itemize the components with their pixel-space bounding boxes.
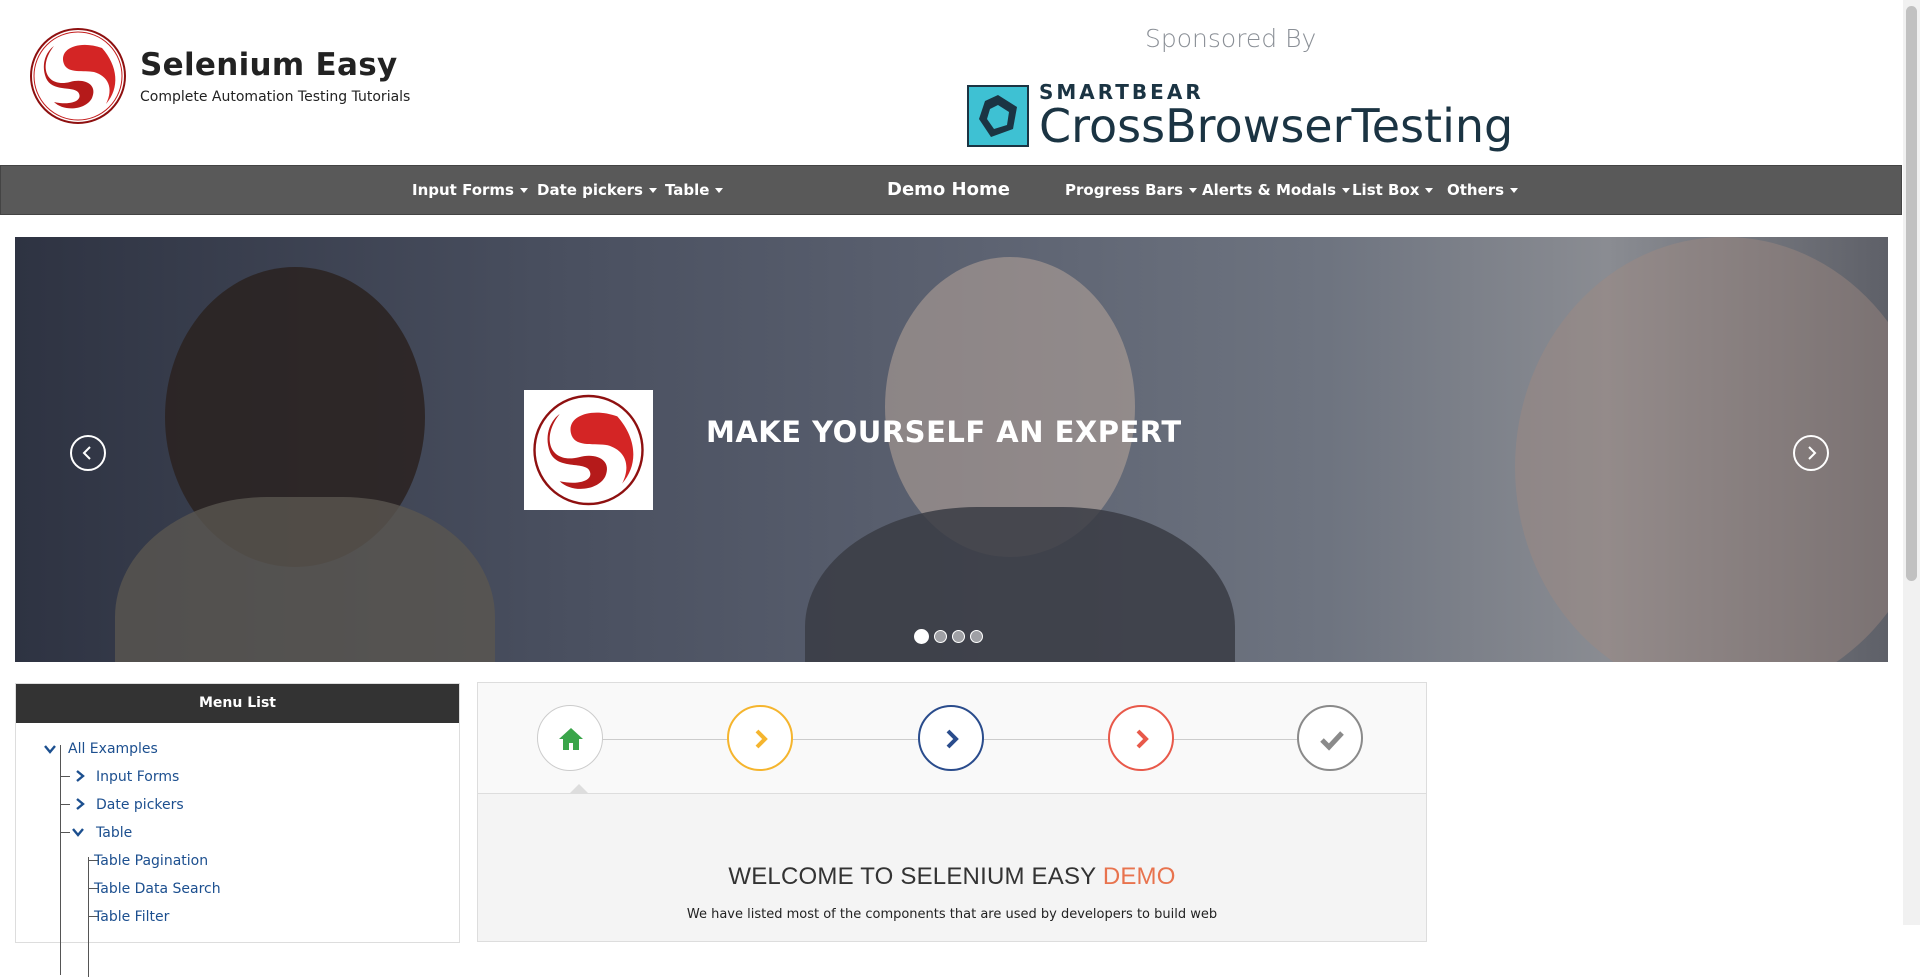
- tree-connector: [60, 804, 70, 805]
- caret-down-icon: [648, 188, 657, 193]
- step-finish[interactable]: [1297, 705, 1363, 771]
- page-scrollbar[interactable]: [1903, 0, 1920, 925]
- crossbrowsertesting-icon: [967, 85, 1029, 147]
- carousel-indicator-1[interactable]: [914, 629, 929, 644]
- main-navbar: Input Forms Date pickers Table Demo Home…: [0, 165, 1902, 215]
- checkmark-icon: [1320, 731, 1344, 751]
- menu-list-panel: Menu List All Examples Input Forms Date …: [15, 683, 460, 977]
- carousel-prev-button[interactable]: [70, 435, 106, 471]
- step-4[interactable]: [1108, 705, 1174, 771]
- welcome-description: We have listed most of the components th…: [686, 907, 1218, 922]
- carousel-indicator-4[interactable]: [970, 630, 983, 643]
- slide-logo-image: [524, 390, 653, 510]
- step-3[interactable]: [918, 705, 984, 771]
- menu-list-title: Menu List: [16, 684, 459, 723]
- hero-carousel: MAKE YOURSELF AN EXPERT: [15, 237, 1888, 662]
- menu-item-input-forms[interactable]: Input Forms: [96, 769, 179, 785]
- caret-down-icon: [1425, 188, 1434, 193]
- caret-down-icon: [1188, 188, 1197, 193]
- nav-input-forms[interactable]: Input Forms: [412, 166, 528, 214]
- nav-date-pickers[interactable]: Date pickers: [537, 166, 657, 214]
- chevron-down-icon[interactable]: [44, 743, 56, 755]
- nav-table[interactable]: Table: [665, 166, 724, 214]
- caret-down-icon: [519, 188, 528, 193]
- menu-item-table[interactable]: Table: [96, 825, 132, 841]
- carousel-indicator-3[interactable]: [952, 630, 965, 643]
- nav-list-box[interactable]: List Box: [1352, 166, 1434, 214]
- tree-connector: [60, 745, 61, 975]
- chevron-right-icon: [755, 729, 768, 749]
- caret-down-icon: [715, 188, 724, 193]
- nav-alerts-modals[interactable]: Alerts & Modals: [1202, 166, 1351, 214]
- step-wizard: [478, 683, 1426, 794]
- tree-connector: [88, 857, 89, 977]
- chevron-right-icon: [1136, 729, 1149, 749]
- selenium-easy-logo-icon: [533, 394, 644, 506]
- step-pointer: [570, 784, 588, 793]
- chevron-left-icon: [82, 446, 91, 460]
- nav-table-label: Table: [665, 181, 710, 199]
- site-logo[interactable]: Selenium Easy Complete Automation Testin…: [28, 26, 410, 126]
- nav-date-pickers-label: Date pickers: [537, 181, 643, 199]
- nav-alerts-modals-label: Alerts & Modals: [1202, 181, 1337, 199]
- nav-input-forms-label: Input Forms: [412, 181, 514, 199]
- tree-connector: [60, 776, 70, 777]
- menu-item-table-data-search[interactable]: Table Data Search: [94, 881, 221, 897]
- chevron-right-icon[interactable]: [74, 798, 86, 810]
- menu-item-table-pagination[interactable]: Table Pagination: [94, 853, 208, 869]
- welcome-panel: WELCOME TO SELENIUM EASY DEMO We have li…: [477, 682, 1427, 942]
- sponsor-bottom-text: CrossBrowserTesting: [1039, 99, 1514, 153]
- welcome-heading-accent: DEMO: [1102, 863, 1176, 890]
- tree-connector: [60, 832, 70, 833]
- nav-progress-bars-label: Progress Bars: [1065, 181, 1183, 199]
- chevron-right-icon: [946, 729, 959, 749]
- home-icon: [559, 728, 583, 750]
- sponsor-logo-link[interactable]: SMARTBEAR CrossBrowserTesting: [967, 82, 1513, 150]
- caret-down-icon: [1510, 188, 1519, 193]
- carousel-indicator-2[interactable]: [934, 630, 947, 643]
- step-2[interactable]: [727, 705, 793, 771]
- nav-progress-bars[interactable]: Progress Bars: [1065, 166, 1197, 214]
- carousel-headline: MAKE YOURSELF AN EXPERT: [706, 415, 1182, 449]
- sponsored-by-label: Sponsored By: [1145, 24, 1317, 53]
- menu-item-all-examples[interactable]: All Examples: [68, 741, 158, 757]
- brand-title: Selenium Easy: [140, 47, 398, 83]
- step-home[interactable]: [537, 705, 603, 771]
- chevron-right-icon: [1808, 446, 1817, 460]
- selenium-easy-logo-icon: [30, 28, 126, 124]
- chevron-right-icon[interactable]: [74, 770, 86, 782]
- menu-item-date-pickers[interactable]: Date pickers: [96, 797, 184, 813]
- menu-item-table-filter[interactable]: Table Filter: [94, 909, 169, 925]
- chevron-down-icon[interactable]: [72, 826, 84, 838]
- nav-list-box-label: List Box: [1352, 181, 1420, 199]
- nav-demo-home[interactable]: Demo Home: [887, 166, 1010, 214]
- welcome-heading: WELCOME TO SELENIUM EASY DEMO: [478, 863, 1426, 891]
- carousel-indicators: [914, 629, 983, 644]
- carousel-next-button[interactable]: [1793, 435, 1829, 471]
- brand-tagline: Complete Automation Testing Tutorials: [140, 89, 411, 105]
- nav-others[interactable]: Others: [1447, 166, 1519, 214]
- scrollbar-thumb[interactable]: [1906, 6, 1917, 581]
- welcome-heading-text: WELCOME TO SELENIUM EASY: [728, 863, 1103, 890]
- caret-down-icon: [1342, 188, 1351, 193]
- nav-others-label: Others: [1447, 181, 1505, 199]
